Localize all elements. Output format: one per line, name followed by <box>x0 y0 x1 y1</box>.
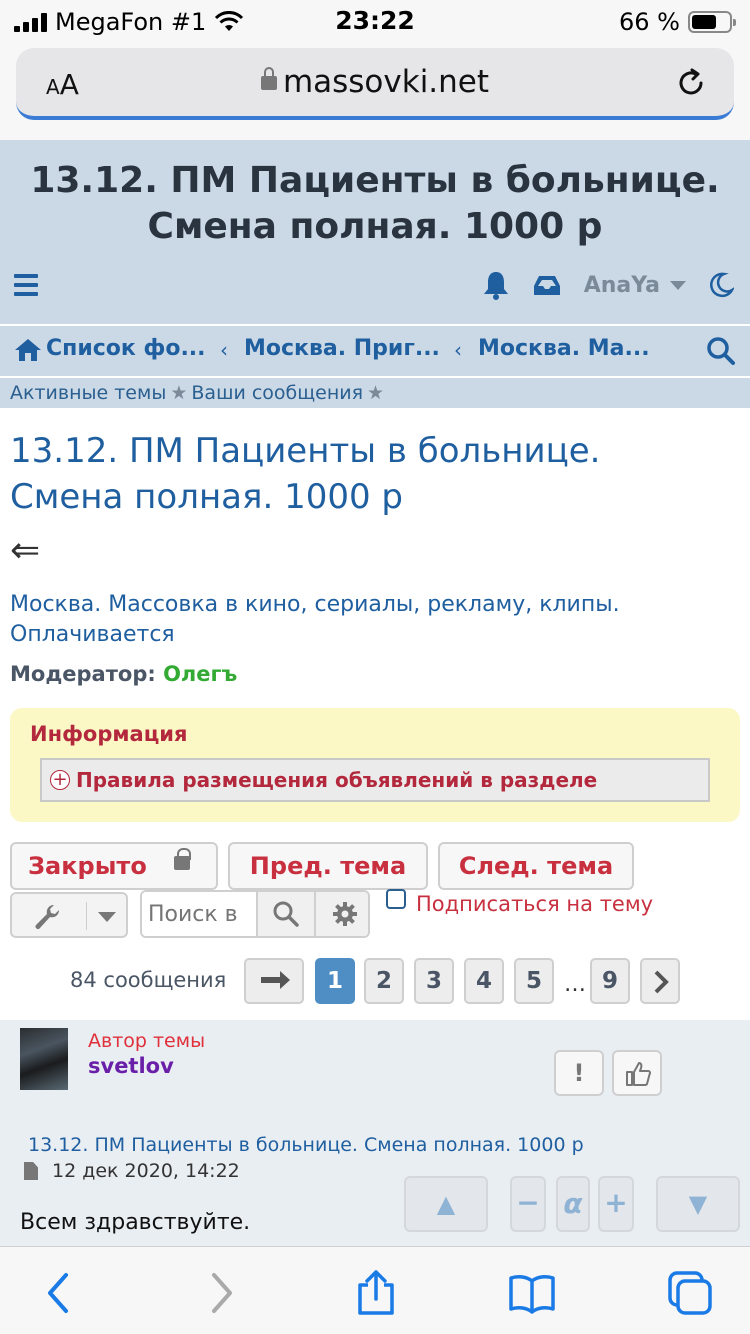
thumbs-up-icon <box>626 1062 651 1086</box>
search-input[interactable] <box>142 892 256 936</box>
advanced-search-button[interactable] <box>314 892 368 936</box>
jump-to-page-button[interactable] <box>244 958 304 1004</box>
author-label: Автор темы <box>88 1030 206 1052</box>
username: AnaYa <box>583 272 660 298</box>
search-button[interactable] <box>256 892 314 936</box>
forum-header: 13.12. ПМ Пациенты в больнице. Смена пол… <box>0 140 750 408</box>
author-name[interactable]: svetlov <box>88 1054 174 1078</box>
info-title: Информация <box>30 722 188 746</box>
share-icon[interactable] <box>352 1269 400 1317</box>
page-1-button[interactable]: 1 <box>315 958 355 1004</box>
page-4-button[interactable]: 4 <box>464 958 504 1004</box>
home-icon[interactable] <box>14 338 42 362</box>
closed-button[interactable]: Закрыто <box>10 842 218 890</box>
gear-icon <box>333 902 357 926</box>
post-body: Всем здравствуйте. <box>20 1210 251 1235</box>
link-your-posts[interactable]: Ваши сообщения <box>191 382 363 404</box>
back-icon[interactable] <box>36 1269 84 1317</box>
tabs-icon[interactable] <box>666 1269 714 1317</box>
info-box: Информация + Правила размещения объявлен… <box>10 708 740 822</box>
breadcrumb: Список фо... ‹ Москва. Приг... ‹ Москва.… <box>0 324 750 374</box>
bell-icon[interactable] <box>482 270 510 300</box>
lock-icon <box>174 848 191 870</box>
scroll-down-button[interactable]: ▼ <box>656 1176 740 1232</box>
forward-icon[interactable] <box>196 1269 244 1317</box>
url-display[interactable]: massovki.net <box>16 64 734 100</box>
page-last-button[interactable]: 9 <box>590 958 630 1004</box>
chevron-right-icon <box>654 970 669 994</box>
rules-label: Правила размещения объявлений в разделе <box>76 768 598 792</box>
search-icon <box>273 901 299 927</box>
moderator-name[interactable]: Олегъ <box>163 662 237 686</box>
wrench-icon <box>35 904 60 929</box>
bookmarks-icon[interactable] <box>508 1269 556 1317</box>
battery-status: 66 % <box>619 8 736 36</box>
font-decrease-button[interactable]: − <box>510 1176 546 1232</box>
breadcrumb-item-forum-list[interactable]: Список фо... <box>46 336 206 361</box>
user-nav: AnaYa <box>482 270 734 300</box>
breadcrumb-item-moscow-1[interactable]: Москва. Приг... <box>244 336 440 361</box>
expand-plus-icon[interactable]: + <box>50 770 70 790</box>
lock-icon <box>260 67 277 90</box>
url-text: massovki.net <box>282 64 490 100</box>
document-icon <box>24 1162 38 1180</box>
pagination-ellipsis: … <box>564 972 586 997</box>
share-arrow-icon <box>261 971 290 993</box>
next-page-button[interactable] <box>640 958 680 1004</box>
topic-title[interactable]: 13.12. ПМ Пациенты в больнице. Смена пол… <box>10 428 690 520</box>
user-menu[interactable]: AnaYa <box>584 273 686 298</box>
font-increase-button[interactable]: + <box>598 1176 634 1232</box>
post-title[interactable]: 13.12. ПМ Пациенты в больнице. Смена пол… <box>28 1134 584 1156</box>
moderator-label: Модератор: <box>10 662 156 686</box>
chevron-down-icon <box>98 912 116 922</box>
address-bar[interactable]: AA massovki.net <box>16 48 734 120</box>
scroll-up-button[interactable]: ▲ <box>404 1176 488 1232</box>
forum-description[interactable]: Москва. Массовка в кино, сериалы, реклам… <box>10 590 730 650</box>
inbox-icon[interactable] <box>532 272 562 298</box>
post-date: 12 дек 2020, 14:22 <box>52 1160 240 1182</box>
quick-links: Активные темы ★ Ваши сообщения ★ <box>0 376 750 408</box>
post: Автор темы svetlov ! 13.12. ПМ Пациенты … <box>0 1020 750 1246</box>
moon-icon[interactable] <box>708 272 734 298</box>
topic-tools-dropdown[interactable] <box>10 892 128 938</box>
rules-spoiler[interactable]: + Правила размещения объявлений в раздел… <box>40 758 710 802</box>
navbar: AnaYa <box>0 262 750 318</box>
battery-icon <box>688 11 736 33</box>
hamburger-icon[interactable] <box>14 274 38 296</box>
posts-count: 84 сообщения <box>70 968 227 992</box>
star-separator: ★ <box>367 382 385 404</box>
topic-search <box>140 890 370 938</box>
status-bar: MegaFon #1 23:22 66 % <box>0 0 750 40</box>
closed-label: Закрыто <box>28 852 147 880</box>
battery-percent: 66 % <box>619 8 680 36</box>
prev-topic-button[interactable]: Пред. тема <box>228 842 428 890</box>
reload-icon[interactable] <box>674 66 708 100</box>
page-2-button[interactable]: 2 <box>364 958 404 1004</box>
like-button[interactable] <box>612 1050 662 1096</box>
star-separator: ★ <box>170 382 188 404</box>
link-active-topics[interactable]: Активные темы <box>10 382 166 404</box>
page-3-button[interactable]: 3 <box>414 958 454 1004</box>
report-button[interactable]: ! <box>554 1050 604 1096</box>
chevron-left-icon: ‹ <box>220 338 228 362</box>
search-icon[interactable] <box>706 336 736 366</box>
page-5-button[interactable]: 5 <box>514 958 554 1004</box>
site-title: 13.12. ПМ Пациенты в больнице. Смена пол… <box>30 160 720 247</box>
moderator-line: Модератор: Олегъ <box>10 662 237 686</box>
avatar[interactable] <box>20 1028 68 1090</box>
back-arrow-icon[interactable]: ⇐ <box>10 530 40 571</box>
subscribe-label: Подписаться на тему <box>416 892 654 916</box>
subscribe-checkbox[interactable] <box>386 889 406 909</box>
next-topic-button[interactable]: След. тема <box>438 842 634 890</box>
chevron-left-icon: ‹ <box>454 338 462 362</box>
browser-address-area: AA massovki.net <box>0 40 750 140</box>
chevron-down-icon <box>670 280 686 290</box>
breadcrumb-item-moscow-2[interactable]: Москва. Ма... <box>478 336 650 361</box>
font-reset-button[interactable]: α <box>556 1176 590 1232</box>
browser-toolbar <box>0 1246 750 1334</box>
subscribe-toggle[interactable]: Подписаться на тему <box>386 889 654 916</box>
